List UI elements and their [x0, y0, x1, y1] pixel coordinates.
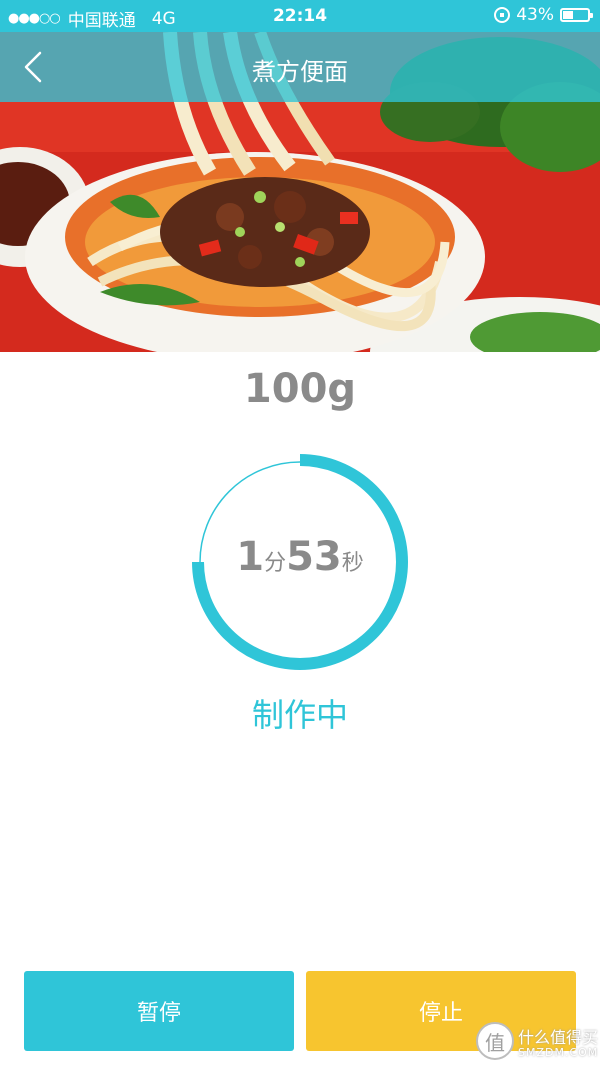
battery-icon	[560, 8, 593, 22]
watermark-url: SMZDM.COM	[518, 1046, 599, 1059]
watermark-logo: 值	[476, 1022, 514, 1060]
battery-level	[563, 11, 574, 19]
rotation-lock-icon	[494, 7, 511, 23]
watermark: 值 什么值得买 SMZDM.COM	[472, 1018, 600, 1066]
pause-button[interactable]: 暂停	[24, 971, 294, 1051]
status-right: 43%	[494, 5, 593, 25]
timer-seconds: 53	[286, 534, 342, 580]
portion-weight: 100g	[243, 366, 357, 412]
page-title: 煮方便面	[252, 58, 348, 86]
cooking-status: 制作中	[251, 696, 348, 734]
battery-tip	[590, 13, 593, 18]
timer-minutes-unit: 分	[264, 551, 287, 576]
battery-percent: 43%	[516, 5, 554, 25]
nav-bar: 煮方便面	[0, 32, 600, 102]
watermark-text: 什么值得买	[518, 1028, 599, 1047]
timer-minutes: 1	[236, 534, 265, 580]
countdown-timer: 1分53秒	[186, 534, 414, 580]
timer-seconds-unit: 秒	[341, 551, 364, 576]
status-bar: ●●●○○ 中国联通 4G 22:14 43%	[0, 0, 600, 32]
